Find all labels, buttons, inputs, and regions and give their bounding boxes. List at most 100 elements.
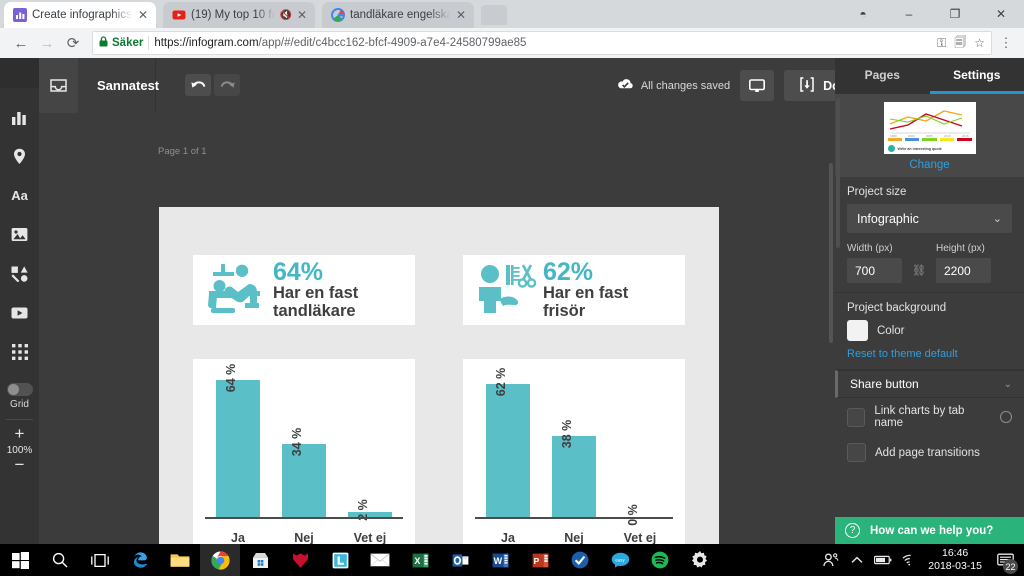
height-input[interactable]: 2200: [935, 258, 991, 283]
change-theme-link[interactable]: Change: [847, 154, 1012, 173]
key-icon[interactable]: ⚿: [937, 36, 946, 51]
grid-toggle-group[interactable]: Grid: [0, 383, 39, 410]
canvas-area[interactable]: Page 1 of 1 64% Har en fast tandläkare 6…: [39, 113, 835, 544]
video-icon[interactable]: [0, 293, 39, 332]
spotify-icon[interactable]: [640, 544, 680, 576]
browser-tab-2[interactable]: (19) My top 10 favorit 🔇 ✕: [163, 2, 315, 28]
info-icon[interactable]: [1000, 411, 1013, 423]
show-hidden-icons-chevron[interactable]: [844, 544, 870, 576]
microsoft-store-icon[interactable]: [240, 544, 280, 576]
canvas-scrollbar[interactable]: [829, 163, 833, 343]
browser-tab-1[interactable]: Create infographics & on ✕: [4, 2, 156, 28]
bar-column[interactable]: 64 %: [205, 364, 271, 517]
new-tab-button[interactable]: [481, 5, 507, 25]
inbox-icon[interactable]: [39, 58, 78, 113]
bar-column[interactable]: 0 %: [607, 367, 673, 526]
people-icon[interactable]: [818, 544, 844, 576]
bar-column[interactable]: 2 %: [337, 367, 403, 521]
kebab-menu-icon[interactable]: ⋮: [996, 35, 1016, 51]
fact-card-hairdresser[interactable]: 62% Har en fast frisör: [463, 255, 685, 325]
easy-chat-icon[interactable]: easy: [600, 544, 640, 576]
forward-button[interactable]: →: [34, 30, 60, 56]
search-icon[interactable]: [40, 544, 80, 576]
lexicon-icon[interactable]: [320, 544, 360, 576]
zoom-in-button[interactable]: +: [15, 425, 25, 442]
bar-ja[interactable]: 62 %: [485, 368, 530, 517]
apps-grid-icon[interactable]: [0, 332, 39, 371]
present-screen-icon[interactable]: [740, 70, 775, 101]
bar-nej[interactable]: 38 %: [551, 419, 596, 517]
bar-chart-hairdresser[interactable]: 62 % 38 % 0 % Ja Nej Vet ej: [463, 359, 685, 544]
reload-button[interactable]: ⟳: [60, 30, 86, 56]
link-chain-icon[interactable]: ⛓: [912, 264, 926, 277]
fact-card-dentist[interactable]: 64% Har en fast tandläkare: [193, 255, 415, 325]
redo-button[interactable]: [214, 74, 240, 96]
minimize-button[interactable]: –: [886, 0, 932, 28]
browser-tab-3[interactable]: tandläkare engelska - Sö ✕: [322, 2, 474, 28]
profile-icon[interactable]: ◓: [840, 0, 886, 28]
bars-group: 62 % 38 % 0 %: [475, 367, 673, 526]
checkmark-app-icon[interactable]: [560, 544, 600, 576]
bar-column[interactable]: 62 %: [475, 367, 541, 517]
bar-ja[interactable]: 64 %: [215, 364, 260, 517]
help-bar[interactable]: ? How can we help you?: [835, 517, 1024, 544]
share-button-label: Share button: [850, 377, 919, 391]
link-charts-checkbox[interactable]: [847, 407, 866, 427]
page-transitions-row[interactable]: Add page transitions: [835, 436, 1024, 469]
back-button[interactable]: ←: [8, 30, 34, 56]
clock-date: 2018-03-15: [928, 560, 982, 572]
color-swatch[interactable]: [847, 320, 868, 341]
browser-toolbar: ← → ⟳ Säker https://infogram.com/app/#/e…: [0, 28, 1024, 58]
maximize-button[interactable]: ❐: [932, 0, 978, 28]
background-color-row[interactable]: Color: [847, 320, 1012, 341]
page-transitions-checkbox[interactable]: [847, 443, 866, 462]
mail-icon[interactable]: [360, 544, 400, 576]
notification-center-icon[interactable]: 22: [990, 544, 1020, 576]
start-button[interactable]: [0, 544, 40, 576]
bar-column[interactable]: 34 %: [271, 367, 337, 517]
project-name[interactable]: Sannatest: [97, 58, 159, 113]
outlook-icon[interactable]: [440, 544, 480, 576]
bar-nej[interactable]: 34 %: [281, 428, 326, 517]
shapes-icon[interactable]: [0, 254, 39, 293]
reset-theme-link[interactable]: Reset to theme default: [847, 348, 1012, 360]
map-pin-icon[interactable]: [0, 137, 39, 176]
edge-icon[interactable]: [120, 544, 160, 576]
bar-column[interactable]: 38 %: [541, 367, 607, 517]
mcafee-icon[interactable]: [280, 544, 320, 576]
battery-icon[interactable]: [870, 544, 896, 576]
bar-chart-dentist[interactable]: 64 % 34 % 2 % Ja Nej Vet ej: [193, 359, 415, 544]
grid-toggle[interactable]: [6, 383, 33, 396]
task-view-icon[interactable]: [80, 544, 120, 576]
close-button[interactable]: ✕: [978, 0, 1024, 28]
undo-button[interactable]: [185, 74, 211, 96]
chrome-icon[interactable]: [200, 544, 240, 576]
width-input[interactable]: 700: [847, 258, 902, 283]
bookmark-star-icon[interactable]: ☆: [974, 36, 985, 50]
infographic-page[interactable]: 64% Har en fast tandläkare 62% Har en fa…: [159, 207, 719, 544]
settings-gear-icon[interactable]: [680, 544, 720, 576]
wifi-icon[interactable]: [896, 544, 922, 576]
taskbar-clock[interactable]: 16:46 2018-03-15: [922, 547, 990, 573]
share-button-accordion[interactable]: Share button ⌄: [835, 370, 1024, 398]
project-size-select[interactable]: Infographic ⌄: [847, 204, 1012, 233]
translate-icon[interactable]: 🗐: [954, 33, 966, 54]
excel-icon[interactable]: X: [400, 544, 440, 576]
tab-mute-icon[interactable]: 🔇: [280, 10, 292, 21]
tab-pages[interactable]: Pages: [835, 58, 930, 91]
tab-close-icon[interactable]: ✕: [138, 9, 150, 21]
zoom-out-button[interactable]: −: [15, 456, 25, 473]
file-explorer-icon[interactable]: [160, 544, 200, 576]
tab-settings[interactable]: Settings: [930, 58, 1024, 91]
chart-icon[interactable]: [0, 98, 39, 137]
address-bar[interactable]: Säker https://infogram.com/app/#/edit/c4…: [92, 31, 992, 55]
tab-close-icon[interactable]: ✕: [456, 9, 468, 21]
word-icon[interactable]: W: [480, 544, 520, 576]
panel-scrollbar[interactable]: [836, 98, 840, 248]
download-icon: [800, 76, 814, 95]
powerpoint-icon[interactable]: P: [520, 544, 560, 576]
link-charts-row[interactable]: Link charts by tab name: [835, 398, 1024, 436]
text-icon[interactable]: Aa: [0, 176, 39, 215]
image-icon[interactable]: [0, 215, 39, 254]
tab-close-icon[interactable]: ✕: [297, 9, 309, 21]
